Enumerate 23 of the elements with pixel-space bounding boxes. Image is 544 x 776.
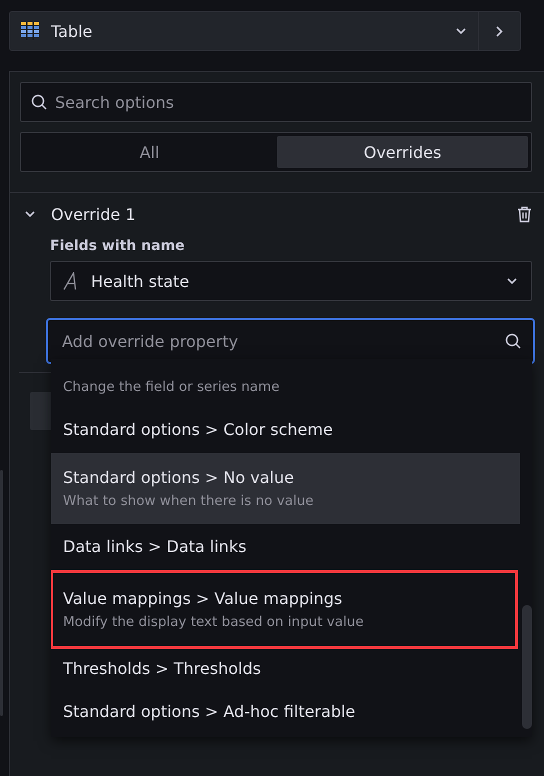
field-select[interactable]: Health state xyxy=(50,261,532,301)
override-title: Override 1 xyxy=(51,204,136,224)
tab[interactable]: All xyxy=(24,136,275,168)
option-title: Thresholds > Thresholds xyxy=(63,659,262,679)
field-label: Fields with name xyxy=(50,237,186,256)
option-title: Value mappings > Value mappings xyxy=(63,588,344,608)
option-description: Modify the display text based on input value xyxy=(63,612,365,630)
option-description: Change the field or series name xyxy=(63,378,281,396)
search-field[interactable]: Search options xyxy=(20,82,532,122)
menu-option[interactable]: Data links > Data links xyxy=(51,524,520,570)
menu-option[interactable]: Thresholds > Thresholds xyxy=(51,649,520,689)
option-title: Standard options > Color scheme xyxy=(63,420,334,440)
menu-option[interactable]: Standard options > No value What to show when there is no value xyxy=(51,453,520,524)
field-value: Health state xyxy=(91,272,190,290)
menu-option[interactable]: Standard options > Ad-hoc filterable xyxy=(51,689,520,735)
option-description: What to show when there is no value xyxy=(63,492,315,510)
option-title: Data links > Data links xyxy=(63,537,248,557)
option-title: Standard options > Ad-hoc filterable xyxy=(63,702,356,722)
option-title: Standard options > No value xyxy=(63,468,295,488)
visualization-name: Table xyxy=(51,22,94,40)
tab[interactable]: Overrides xyxy=(277,136,528,168)
menu-option[interactable]: Value mappings > Value mappings Modify the display text based on input value xyxy=(51,570,518,649)
menu-option[interactable]: Standard options > Color scheme xyxy=(51,407,520,453)
